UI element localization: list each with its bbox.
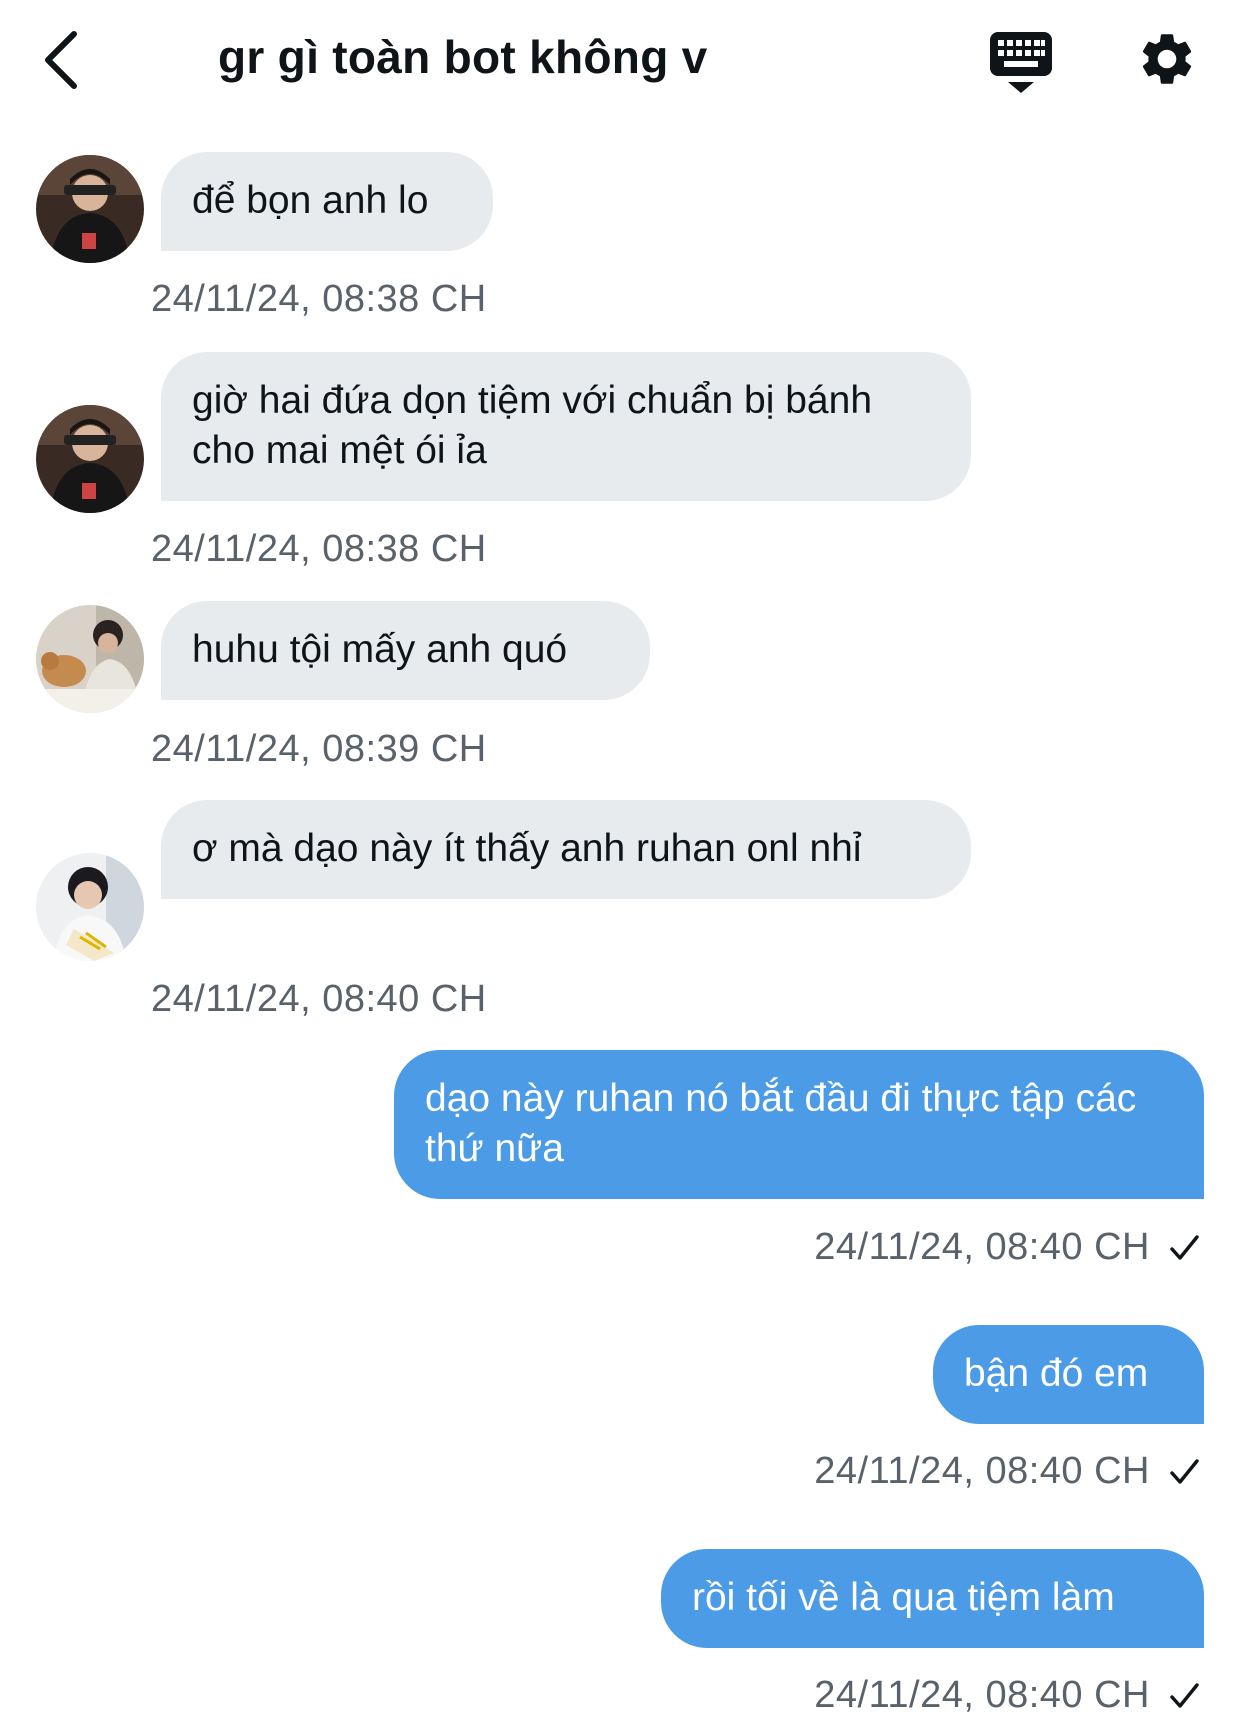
- message-text: huhu tội mấy anh quó: [192, 628, 568, 671]
- message-timestamp: 24/11/24, 08:39 CH: [151, 728, 487, 770]
- avatar[interactable]: [36, 605, 144, 713]
- checkmark-sent-icon: [1170, 1234, 1199, 1260]
- chat-header: gr gì toàn bot không v: [0, 0, 1242, 120]
- message-timestamp: 24/11/24, 08:38 CH: [151, 528, 487, 570]
- message-timestamp-row: 24/11/24, 08:40 CH: [814, 1674, 1202, 1717]
- message-bubble-incoming[interactable]: giờ hai đứa dọn tiệm với chuẩn bị bánh c…: [161, 352, 971, 501]
- checkmark-sent-icon: [1170, 1458, 1199, 1484]
- message-text: dạo này ruhan nó bắt đầu đi thực tập các…: [425, 1077, 1137, 1170]
- message-timestamp-row: 24/11/24, 08:40 CH: [814, 1450, 1202, 1493]
- message-bubble-incoming[interactable]: để bọn anh lo: [161, 152, 493, 251]
- message-timestamp: 24/11/24, 08:40 CH: [814, 1674, 1150, 1716]
- keyboard-dropdown-icon: [990, 32, 1052, 93]
- avatar[interactable]: [36, 405, 144, 513]
- message-text: để bọn anh lo: [192, 179, 429, 222]
- message-text: giờ hai đứa dọn tiệm với chuẩn bị bánh c…: [192, 379, 873, 472]
- avatar-bouquet-icon: [36, 853, 144, 961]
- message-text: rồi tối về là qua tiệm làm: [692, 1576, 1115, 1619]
- avatar[interactable]: [36, 853, 144, 961]
- message-text: bận đó em: [964, 1352, 1149, 1395]
- message-timestamp: 24/11/24, 08:40 CH: [151, 978, 487, 1020]
- message-bubble-incoming[interactable]: ơ mà dạo này ít thấy anh ruhan onl nhỉ: [161, 800, 971, 899]
- avatar-dark-jacket-icon: [36, 405, 144, 513]
- back-button[interactable]: [38, 28, 98, 92]
- avatar[interactable]: [36, 155, 144, 263]
- message-timestamp-row: 24/11/24, 08:40 CH: [814, 1226, 1202, 1269]
- message-text: ơ mà dạo này ít thấy anh ruhan onl nhỉ: [192, 827, 862, 870]
- message-timestamp: 24/11/24, 08:38 CH: [151, 278, 487, 320]
- message-timestamp: 24/11/24, 08:40 CH: [814, 1450, 1150, 1492]
- chevron-left-icon: [45, 31, 77, 89]
- message-timestamp: 24/11/24, 08:40 CH: [814, 1226, 1150, 1268]
- settings-button[interactable]: [1136, 28, 1198, 90]
- conversation-title: gr gì toàn bot không v: [218, 31, 708, 83]
- message-bubble-outgoing[interactable]: dạo này ruhan nó bắt đầu đi thực tập các…: [394, 1050, 1204, 1199]
- avatar-dark-jacket-icon: [36, 155, 144, 263]
- gear-icon: [1142, 34, 1192, 84]
- message-bubble-outgoing[interactable]: bận đó em: [933, 1325, 1204, 1424]
- avatar-with-cat-icon: [36, 605, 144, 713]
- keyboard-button[interactable]: [988, 30, 1054, 94]
- message-bubble-incoming[interactable]: huhu tội mấy anh quó: [161, 601, 650, 700]
- message-bubble-outgoing[interactable]: rồi tối về là qua tiệm làm: [661, 1549, 1204, 1648]
- checkmark-sent-icon: [1170, 1682, 1199, 1708]
